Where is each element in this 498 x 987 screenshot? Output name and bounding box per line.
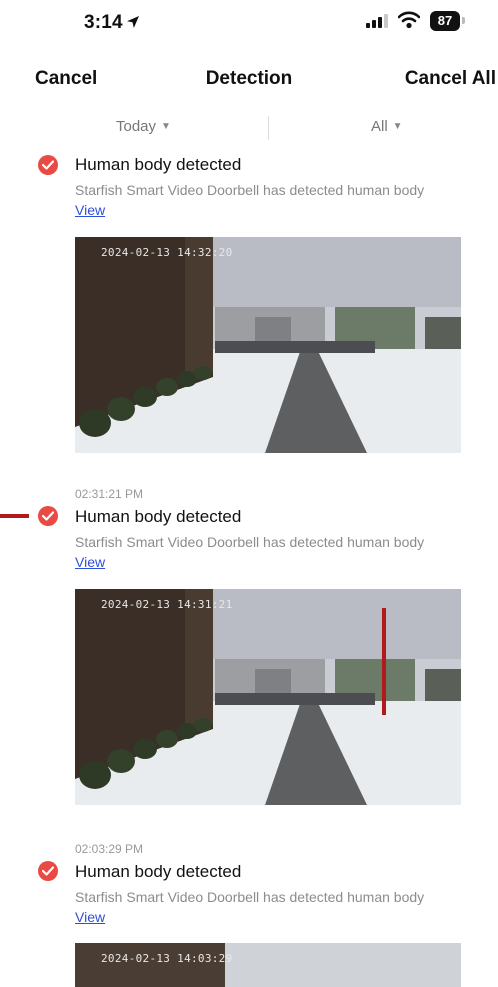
snapshot-thumbnail[interactable]: 2024-02-13 14:03:29 <box>75 943 461 987</box>
location-arrow-icon <box>126 15 140 34</box>
view-link[interactable]: View <box>75 554 105 570</box>
snapshot-thumbnail[interactable]: 2024-02-13 14:32:20 <box>75 237 461 453</box>
annotation-marker-vertical <box>382 608 386 715</box>
status-time: 3:14 <box>84 12 123 33</box>
date-filter-dropdown[interactable]: Today ▼ <box>116 118 171 135</box>
event-time: 02:31:21 PM <box>75 487 144 501</box>
caret-down-icon: ▼ <box>392 121 403 132</box>
event-description: Starfish Smart Video Doorbell has detect… <box>75 180 455 220</box>
wifi-icon <box>397 11 421 34</box>
navigation-bar: Detection Cancel Cancel All <box>0 60 498 100</box>
filter-divider <box>268 116 269 140</box>
cancel-button[interactable]: Cancel <box>35 68 97 90</box>
snapshot-timestamp: 2024-02-13 14:31:21 <box>101 598 233 611</box>
event-title: Human body detected <box>75 862 242 881</box>
filter-bar: Today ▼ All ▼ <box>0 112 498 144</box>
status-bar: 3:14 87 <box>0 0 498 44</box>
battery-level: 87 <box>430 11 460 31</box>
view-link[interactable]: View <box>75 909 105 925</box>
event-title: Human body detected <box>75 155 242 174</box>
event-description-text: Starfish Smart Video Doorbell has detect… <box>75 534 425 550</box>
date-filter-label: Today <box>116 118 157 135</box>
event-description: Starfish Smart Video Doorbell has detect… <box>75 532 455 572</box>
snapshot-thumbnail[interactable]: 2024-02-13 14:31:21 <box>75 589 461 805</box>
event-description: Starfish Smart Video Doorbell has detect… <box>75 887 455 927</box>
event-title: Human body detected <box>75 507 242 526</box>
cancel-all-button[interactable]: Cancel All <box>405 68 496 90</box>
type-filter-label: All <box>371 118 388 135</box>
type-filter-dropdown[interactable]: All ▼ <box>371 118 403 135</box>
event-description-text: Starfish Smart Video Doorbell has detect… <box>75 182 425 198</box>
check-circle-icon <box>38 506 58 526</box>
cellular-signal-icon <box>366 14 388 33</box>
view-link[interactable]: View <box>75 202 105 218</box>
check-circle-icon <box>38 155 58 175</box>
event-time: 02:03:29 PM <box>75 842 144 856</box>
annotation-marker-horizontal <box>0 514 29 518</box>
battery-cap <box>462 17 465 24</box>
event-description-text: Starfish Smart Video Doorbell has detect… <box>75 889 425 905</box>
snapshot-timestamp: 2024-02-13 14:03:29 <box>101 952 233 965</box>
caret-down-icon: ▼ <box>161 121 171 132</box>
check-circle-icon <box>38 861 58 881</box>
snapshot-timestamp: 2024-02-13 14:32:20 <box>101 246 233 259</box>
